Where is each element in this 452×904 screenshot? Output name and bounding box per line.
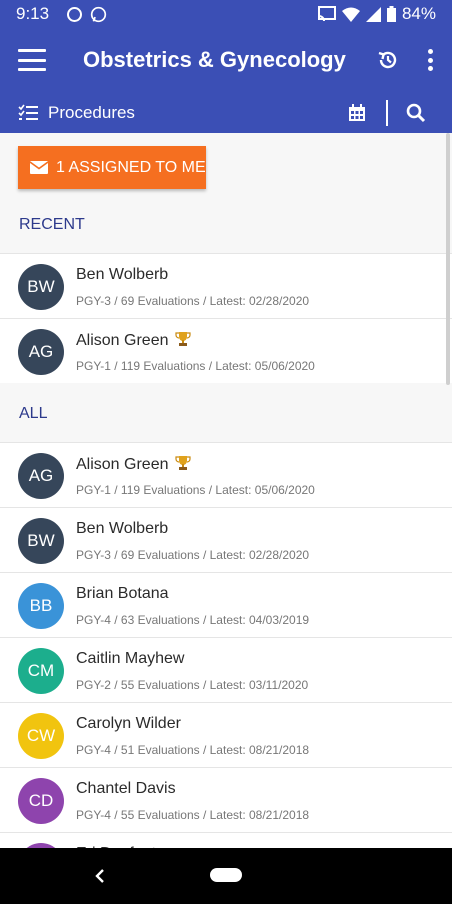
avatar: BW [18, 264, 64, 310]
cast-icon [317, 6, 336, 22]
toolbar-divider [386, 99, 388, 126]
avatar: BB [18, 583, 64, 629]
search-icon[interactable] [406, 103, 426, 123]
resident-name-text: Ben Wolberb [76, 266, 169, 283]
section-title-recent: RECENT [19, 216, 85, 233]
menu-icon[interactable] [18, 49, 46, 71]
resident-details: PGY-3 / 69 Evaluations / Latest: 02/28/2… [76, 548, 310, 562]
more-vert-icon[interactable] [426, 49, 434, 71]
home-icon[interactable] [210, 868, 242, 882]
resident-name: Alison Green [76, 455, 191, 474]
content-area[interactable]: 1 ASSIGNED TO ME RECENT BW Ben Wolberb PGY… [0, 133, 452, 848]
scrollbar[interactable] [446, 133, 450, 385]
list-item[interactable]: Eri Danfeet [0, 832, 452, 848]
resident-name-text: Caitlin Mayhew [76, 650, 185, 667]
avatar: CM [18, 648, 64, 694]
status-time: 9:13 [16, 4, 50, 23]
avatar: CW [18, 713, 64, 759]
list-item[interactable]: BW Ben Wolberb PGY-3 / 69 Evaluations / La… [0, 507, 452, 572]
list-item[interactable]: BW Ben Wolberb PGY-3 / 69 Evaluations / La… [0, 253, 452, 318]
procedures-label[interactable]: Procedures [48, 103, 135, 123]
resident-name-text: Brian Botana [76, 585, 169, 602]
mail-icon [30, 161, 48, 174]
avatar: AG [18, 453, 64, 499]
resident-name: Ben Wolberb [76, 266, 168, 284]
resident-name-text: Carolyn Wilder [76, 715, 181, 732]
resident-name: Carolyn Wilder [76, 715, 181, 733]
list-item[interactable]: CD Chantel Davis PGY-4 / 55 Evaluations / … [0, 767, 452, 832]
resident-details: PGY-1 / 119 Evaluations / Latest: 05/06/… [76, 359, 315, 373]
wifi-icon [341, 7, 360, 22]
resident-name-text: Chantel Davis [76, 780, 176, 797]
resident-details: PGY-4 / 51 Evaluations / Latest: 08/21/2… [76, 743, 310, 757]
list-item[interactable]: BB Brian Botana PGY-4 / 63 Evaluations / L… [0, 572, 452, 637]
resident-name-text: Alison Green [76, 332, 169, 349]
list-item[interactable]: CW Carolyn Wilder PGY-4 / 51 Evaluations /… [0, 702, 452, 767]
resident-details: PGY-2 / 55 Evaluations / Latest: 03/11/2… [76, 678, 309, 692]
assigned-to-me-button[interactable]: 1 ASSIGNED TO ME [18, 146, 206, 189]
resident-name-text: Alison Green [76, 456, 169, 473]
resident-name: Ben Wolberb [76, 520, 168, 538]
battery-percent: 84% [401, 4, 436, 23]
app-bar: Obstetrics & Gynecology Procedures [0, 28, 452, 133]
resident-details: PGY-4 / 63 Evaluations / Latest: 04/03/2… [76, 613, 310, 627]
battery-icon [386, 6, 396, 22]
trophy-icon [174, 332, 191, 346]
recent-list: BW Ben Wolberb PGY-3 / 69 Evaluations / La… [0, 253, 452, 383]
signal-icon [365, 6, 381, 22]
resident-details: PGY-4 / 55 Evaluations / Latest: 08/21/2… [76, 808, 310, 822]
list-item[interactable]: CM Caitlin Mayhew PGY-2 / 55 Evaluations /… [0, 637, 452, 702]
resident-name: Caitlin Mayhew [76, 650, 184, 668]
resident-details: PGY-1 / 119 Evaluations / Latest: 05/06/… [76, 483, 315, 497]
avatar: AG [18, 329, 64, 375]
history-icon[interactable] [376, 48, 400, 72]
assigned-to-me-label: 1 ASSIGNED TO ME [56, 158, 206, 176]
section-title-all: ALL [19, 405, 48, 422]
resident-name: Brian Botana [76, 585, 169, 603]
checklist-icon [18, 104, 38, 120]
all-list: AG Alison Green PGY-1 / 119 Evaluations / … [0, 442, 452, 848]
resident-name: Chantel Davis [76, 780, 176, 798]
status-bar: 9:13 84% [0, 0, 452, 28]
avatar: BW [18, 518, 64, 564]
resident-details: PGY-3 / 69 Evaluations / Latest: 02/28/2… [76, 294, 310, 308]
back-icon[interactable] [93, 868, 107, 884]
trophy-icon [174, 456, 191, 470]
pause-notification-icon [67, 6, 83, 22]
list-item[interactable]: AG Alison Green PGY-1 / 119 Evaluations / … [0, 318, 452, 383]
resident-name-text: Ben Wolberb [76, 520, 169, 537]
page-title: Obstetrics & Gynecology [83, 47, 346, 72]
resident-name: Alison Green [76, 331, 191, 350]
calendar-icon[interactable] [348, 103, 366, 122]
avatar: CD [18, 778, 64, 824]
system-nav-bar [0, 848, 452, 904]
list-item[interactable]: AG Alison Green PGY-1 / 119 Evaluations / … [0, 442, 452, 507]
whatsapp-icon [90, 6, 107, 22]
